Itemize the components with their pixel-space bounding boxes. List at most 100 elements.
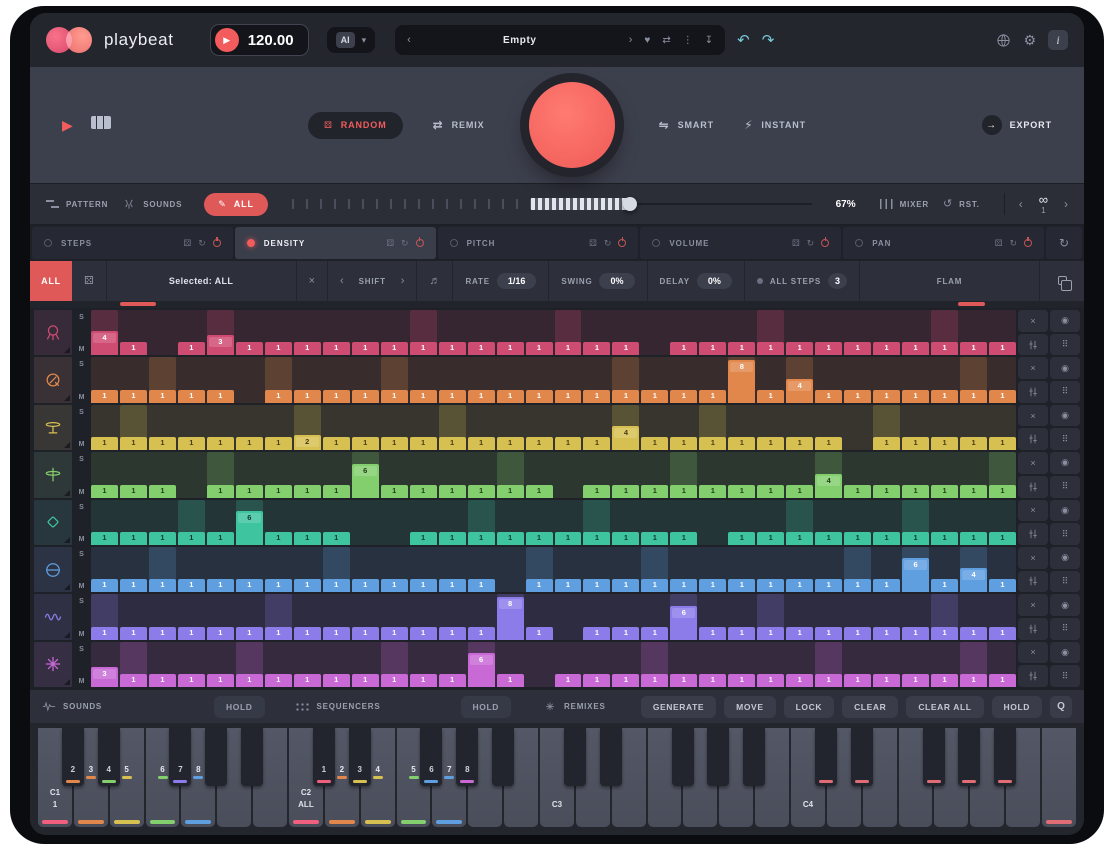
density-bar[interactable]: 1 bbox=[439, 627, 466, 640]
dice-icon[interactable]: ⚄ bbox=[386, 238, 394, 249]
density-bar[interactable]: 1 bbox=[786, 437, 813, 450]
step-cell[interactable]: 1 bbox=[178, 547, 205, 592]
step-cell[interactable]: 1 bbox=[526, 500, 553, 545]
step-cell[interactable]: 1 bbox=[236, 594, 263, 639]
bpm-value[interactable]: 120.00 bbox=[248, 32, 294, 49]
density-bar[interactable]: 1 bbox=[439, 485, 466, 498]
mute-button[interactable]: M bbox=[74, 489, 89, 496]
density-bar[interactable]: 2 bbox=[294, 435, 321, 450]
density-bar[interactable]: 1 bbox=[439, 437, 466, 450]
step-cell[interactable]: 1 bbox=[323, 310, 350, 355]
tom-icon[interactable] bbox=[34, 547, 72, 592]
step-cell[interactable]: 1 bbox=[641, 405, 668, 450]
density-bar[interactable]: 6 bbox=[236, 511, 263, 545]
density-bar[interactable]: 1 bbox=[844, 485, 871, 498]
step-cell[interactable]: 6 bbox=[468, 642, 495, 687]
density-bar[interactable]: 1 bbox=[786, 532, 813, 545]
step-cell[interactable]: 1 bbox=[641, 594, 668, 639]
density-bar[interactable]: 1 bbox=[757, 627, 784, 640]
density-bar[interactable]: 1 bbox=[410, 627, 437, 640]
step-cell[interactable]: 1 bbox=[236, 310, 263, 355]
step-cell[interactable]: 1 bbox=[815, 642, 842, 687]
step-cell[interactable]: 1 bbox=[236, 452, 263, 497]
tab-radio[interactable] bbox=[652, 239, 660, 247]
drag-handle[interactable]: ⠿ bbox=[1050, 618, 1080, 640]
step-cell[interactable]: 1 bbox=[612, 310, 639, 355]
step-cell[interactable]: 1 bbox=[410, 547, 437, 592]
density-bar[interactable]: 1 bbox=[960, 437, 987, 450]
step-cell[interactable]: 1 bbox=[960, 642, 987, 687]
power-icon[interactable] bbox=[618, 239, 626, 247]
step-cell[interactable]: 1 bbox=[670, 357, 697, 402]
step-cell[interactable]: 1 bbox=[583, 310, 610, 355]
step-cell[interactable] bbox=[497, 547, 524, 592]
lock-button[interactable]: LOCK bbox=[784, 696, 834, 718]
step-cell[interactable]: 1 bbox=[699, 642, 726, 687]
step-cell[interactable]: 1 bbox=[989, 642, 1016, 687]
dice-icon[interactable]: ⚄ bbox=[589, 238, 597, 249]
step-cell[interactable]: 1 bbox=[178, 405, 205, 450]
step-cell[interactable]: 4 bbox=[815, 452, 842, 497]
dice-icon[interactable]: ⚄ bbox=[995, 238, 1003, 249]
density-bar[interactable]: 1 bbox=[583, 579, 610, 592]
density-bar[interactable]: 1 bbox=[468, 485, 495, 498]
step-cell[interactable]: 4 bbox=[786, 357, 813, 402]
generate-button[interactable]: GENERATE bbox=[641, 696, 716, 718]
step-cell[interactable]: 1 bbox=[989, 547, 1016, 592]
hold-button[interactable]: HOLD bbox=[992, 696, 1042, 718]
step-cell[interactable]: 1 bbox=[786, 547, 813, 592]
density-bar[interactable]: 1 bbox=[612, 390, 639, 403]
loop-icon[interactable]: ↻ bbox=[1009, 238, 1017, 249]
density-bar[interactable]: 1 bbox=[583, 437, 610, 450]
step-cell[interactable]: 1 bbox=[728, 594, 755, 639]
mixer-button[interactable]: MIXER bbox=[880, 199, 929, 209]
filter-sliders-icon[interactable] bbox=[1018, 428, 1048, 450]
step-cell[interactable]: 1 bbox=[931, 500, 958, 545]
step-cell[interactable]: 4 bbox=[91, 310, 118, 355]
mute-button[interactable]: M bbox=[74, 536, 89, 543]
step-cell[interactable]: 1 bbox=[265, 405, 292, 450]
globe-icon[interactable] bbox=[996, 33, 1011, 48]
step-cell[interactable] bbox=[381, 500, 408, 545]
density-bar[interactable]: 1 bbox=[381, 390, 408, 403]
density-bar[interactable]: 1 bbox=[439, 579, 466, 592]
density-bar[interactable]: 1 bbox=[699, 674, 726, 687]
density-bar[interactable]: 1 bbox=[555, 579, 582, 592]
step-cell[interactable]: 1 bbox=[844, 452, 871, 497]
density-bar[interactable]: 1 bbox=[178, 674, 205, 687]
density-bar[interactable]: 1 bbox=[178, 532, 205, 545]
step-cell[interactable]: 1 bbox=[294, 357, 321, 402]
density-bar[interactable]: 1 bbox=[497, 390, 524, 403]
loop-icon[interactable]: ↻ bbox=[198, 238, 206, 249]
step-cell[interactable]: 1 bbox=[352, 594, 379, 639]
sample-choke-icon[interactable]: ◉ bbox=[1050, 547, 1080, 569]
step-cell[interactable]: 1 bbox=[497, 642, 524, 687]
loop-icon[interactable]: ↻ bbox=[401, 238, 409, 249]
filter-sliders-icon[interactable] bbox=[1018, 571, 1048, 593]
density-bar[interactable]: 1 bbox=[381, 437, 408, 450]
sample-choke-icon[interactable]: ◉ bbox=[1050, 357, 1080, 379]
density-bar[interactable]: 1 bbox=[497, 532, 524, 545]
density-bar[interactable]: 1 bbox=[381, 342, 408, 355]
step-cell[interactable]: 1 bbox=[294, 310, 321, 355]
step-cell[interactable]: 1 bbox=[815, 500, 842, 545]
step-cell[interactable]: 1 bbox=[410, 642, 437, 687]
black-key[interactable] bbox=[994, 728, 1016, 786]
filter-sliders-icon[interactable] bbox=[1018, 523, 1048, 545]
step-cell[interactable]: 1 bbox=[410, 357, 437, 402]
density-bar[interactable]: 1 bbox=[670, 390, 697, 403]
step-cell[interactable]: 1 bbox=[931, 594, 958, 639]
step-cell[interactable]: 1 bbox=[497, 357, 524, 402]
more-options-icon[interactable]: ⋮ bbox=[683, 35, 693, 46]
step-cell[interactable]: 1 bbox=[149, 594, 176, 639]
step-cell[interactable] bbox=[555, 594, 582, 639]
main-trigger-knob[interactable] bbox=[529, 82, 615, 168]
drag-handle[interactable]: ⠿ bbox=[1050, 571, 1080, 593]
density-bar[interactable]: 1 bbox=[583, 342, 610, 355]
density-bar[interactable]: 1 bbox=[497, 437, 524, 450]
step-cell[interactable]: 1 bbox=[91, 500, 118, 545]
density-bar[interactable]: 1 bbox=[555, 532, 582, 545]
step-cell[interactable]: 1 bbox=[178, 594, 205, 639]
step-cell[interactable]: 1 bbox=[323, 357, 350, 402]
density-bar[interactable]: 1 bbox=[989, 485, 1016, 498]
